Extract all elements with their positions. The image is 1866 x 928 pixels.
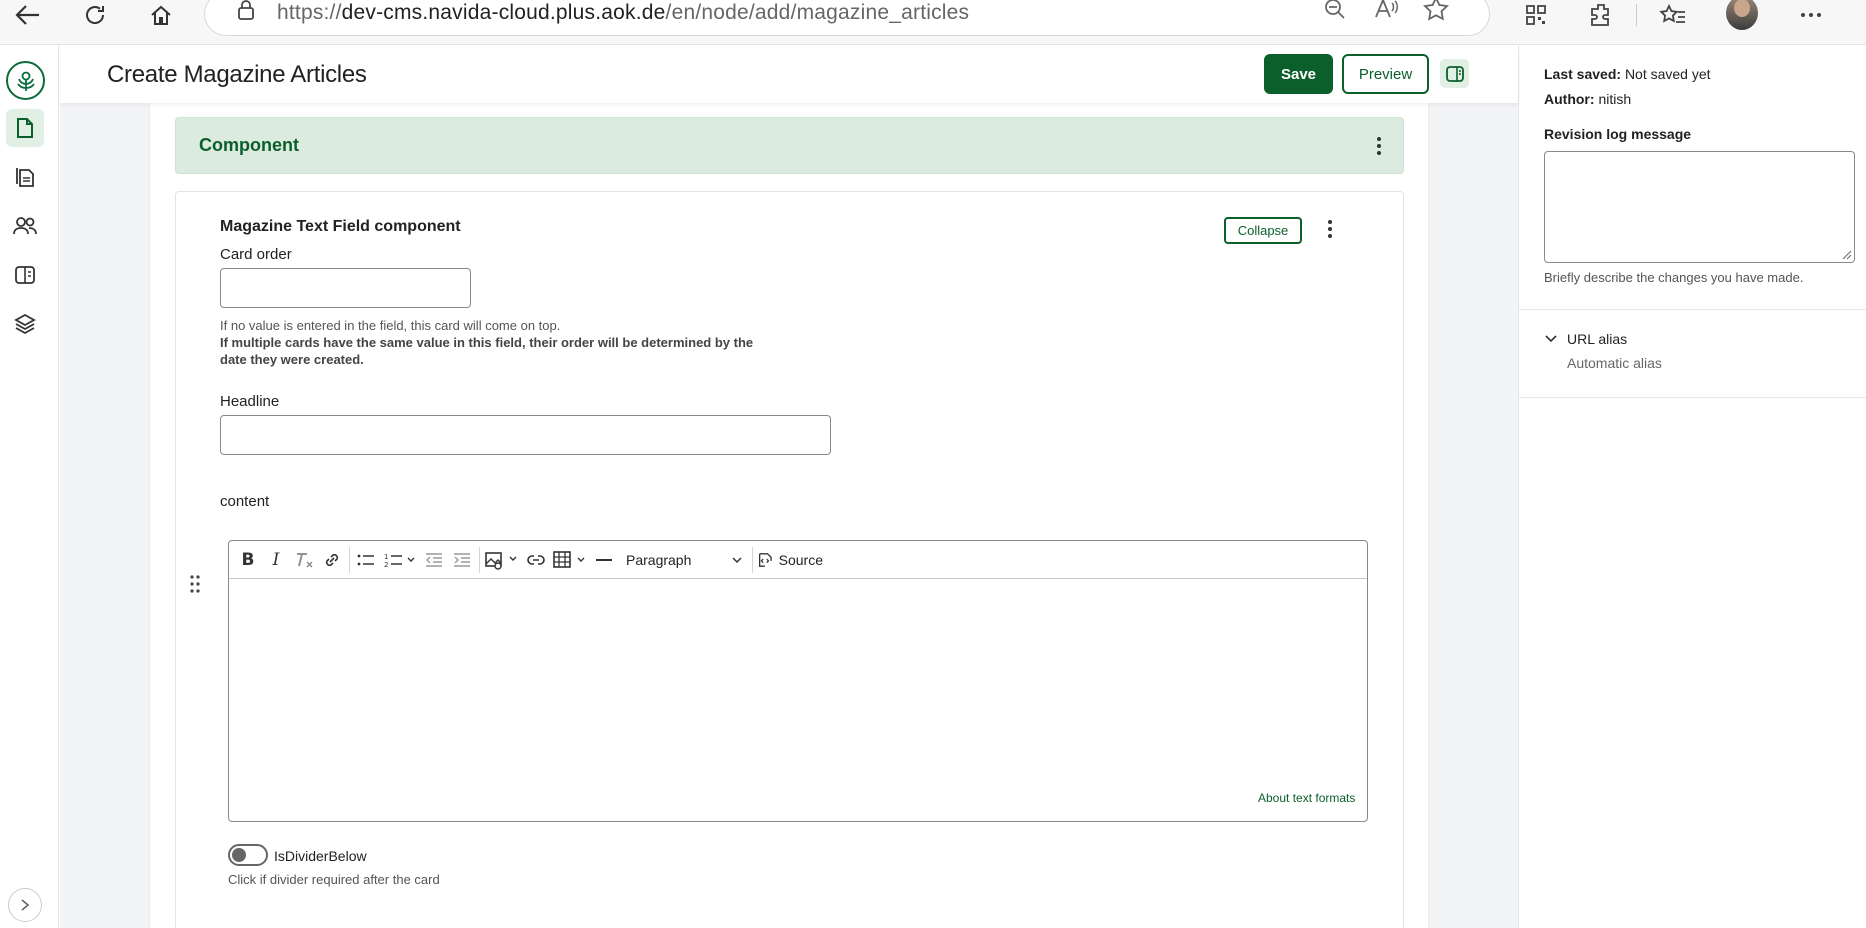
card-menu-icon[interactable] xyxy=(1320,217,1340,241)
refresh-icon[interactable] xyxy=(75,0,115,29)
divider-help: Click if divider required after the card xyxy=(228,872,440,887)
insert-image-icon[interactable] xyxy=(483,547,521,573)
author: Author: nitish xyxy=(1544,91,1631,107)
card-title: Magazine Text Field component xyxy=(220,218,461,235)
extensions-icon[interactable] xyxy=(1581,0,1621,29)
card-order-help-bold: If multiple cards have the same value in… xyxy=(220,335,754,367)
read-aloud-icon[interactable] xyxy=(1373,0,1399,26)
page-header: Create Magazine Articles Save Preview xyxy=(60,45,1518,103)
numbered-list-icon[interactable]: 12 xyxy=(381,547,419,573)
people-icon[interactable] xyxy=(6,207,44,245)
source-button[interactable]: Source xyxy=(757,547,823,573)
chevron-down-icon xyxy=(1545,335,1557,343)
card-order-help-text: If no value is entered in the field, thi… xyxy=(220,318,561,333)
sidebar-divider xyxy=(1519,397,1866,398)
resize-handle-icon[interactable] xyxy=(1842,250,1852,260)
preview-button[interactable]: Preview xyxy=(1342,54,1429,94)
component-section-title: Component xyxy=(199,135,299,155)
paragraph-card: Magazine Text Field component Collapse C… xyxy=(175,191,1404,928)
bold-icon[interactable]: B xyxy=(235,547,261,573)
author-value: nitish xyxy=(1598,91,1632,107)
last-saved-label: Last saved: xyxy=(1544,66,1622,82)
page-title: Create Magazine Articles xyxy=(107,61,367,88)
save-button[interactable]: Save xyxy=(1264,54,1333,94)
about-text-formats-link[interactable]: About text formats xyxy=(1258,791,1355,805)
chevron-right-icon xyxy=(21,899,30,911)
card-order-help: If no value is entered in the field, thi… xyxy=(220,317,780,368)
outdent-icon[interactable] xyxy=(421,547,447,573)
embed-link-icon[interactable] xyxy=(523,547,549,573)
heading-format-select[interactable]: Paragraph xyxy=(626,547,748,573)
card-order-label: Card order xyxy=(220,246,292,263)
toolbar-separator xyxy=(752,547,753,573)
profile-avatar[interactable] xyxy=(1726,0,1758,30)
svg-text:2: 2 xyxy=(384,561,388,568)
indent-icon[interactable] xyxy=(449,547,475,573)
revision-log-help: Briefly describe the changes you have ma… xyxy=(1544,270,1804,285)
divider-toggle[interactable] xyxy=(228,844,268,866)
last-saved: Last saved: Not saved yet xyxy=(1544,66,1711,82)
component-menu-icon[interactable] xyxy=(1369,134,1389,158)
favorites-icon[interactable] xyxy=(1653,0,1693,29)
sidebar-divider xyxy=(1519,309,1866,310)
italic-icon[interactable]: I xyxy=(263,547,289,573)
main-content: Component Magazine Text Field component … xyxy=(60,103,1518,928)
expand-toolbar-button[interactable] xyxy=(8,888,42,922)
meta-sidebar: Last saved: Not saved yet Author: nitish… xyxy=(1518,45,1866,928)
last-saved-value: Not saved yet xyxy=(1624,66,1711,82)
url-alias-summary: Automatic alias xyxy=(1567,355,1662,371)
revision-log-textarea[interactable] xyxy=(1544,151,1855,263)
content-icon[interactable] xyxy=(6,109,44,147)
horizontal-line-icon[interactable] xyxy=(591,547,617,573)
layers-icon[interactable] xyxy=(6,305,44,343)
toolbar-separator xyxy=(479,547,480,573)
divider-label: IsDividerBelow xyxy=(274,848,367,864)
drag-handle-icon[interactable] xyxy=(187,572,203,596)
editor-toolbar: B I 12 Paragraph Source xyxy=(229,541,1367,579)
back-icon[interactable] xyxy=(8,0,48,29)
headline-label: Headline xyxy=(220,393,280,410)
home-icon[interactable] xyxy=(141,0,181,29)
admin-toolbar xyxy=(0,45,59,928)
editor-content-area[interactable] xyxy=(229,579,1367,821)
structure-icon[interactable] xyxy=(6,256,44,294)
headline-input[interactable] xyxy=(220,415,831,455)
url-alias-label: URL alias xyxy=(1567,331,1628,347)
card-order-input[interactable] xyxy=(220,268,471,308)
bulleted-list-icon[interactable] xyxy=(353,547,379,573)
toolbar-separator xyxy=(349,547,350,573)
files-icon[interactable] xyxy=(6,158,44,196)
url-text[interactable]: https://dev-cms.navida-cloud.plus.aok.de… xyxy=(277,1,969,25)
heading-format-value: Paragraph xyxy=(626,552,692,568)
source-code-icon xyxy=(758,553,772,567)
component-section-bar[interactable]: Component xyxy=(175,117,1404,174)
browser-toolbar: https://dev-cms.navida-cloud.plus.aok.de… xyxy=(0,0,1866,45)
revision-log-label: Revision log message xyxy=(1544,126,1692,142)
aok-logo-icon[interactable] xyxy=(6,61,45,100)
url-alias-toggle[interactable]: URL alias xyxy=(1544,331,1627,347)
rich-text-editor: B I 12 Paragraph Source xyxy=(228,540,1368,822)
sidebar-panel-icon xyxy=(1445,65,1464,82)
author-label: Author: xyxy=(1544,91,1595,107)
qr-code-icon[interactable] xyxy=(1516,0,1556,29)
zoom-out-icon[interactable] xyxy=(1323,0,1347,26)
link-icon[interactable] xyxy=(319,547,345,573)
collapse-button[interactable]: Collapse xyxy=(1224,217,1302,244)
content-label: content xyxy=(220,493,270,510)
sidebar-toggle-button[interactable] xyxy=(1440,59,1469,88)
toolbar-divider xyxy=(1636,4,1637,26)
chevron-down-icon xyxy=(732,557,742,564)
favorite-star-icon[interactable] xyxy=(1423,0,1449,27)
more-menu-icon[interactable] xyxy=(1791,0,1831,29)
svg-text:1: 1 xyxy=(384,553,388,561)
insert-table-icon[interactable] xyxy=(551,547,589,573)
form-panel: Component Magazine Text Field component … xyxy=(149,103,1429,928)
address-bar[interactable]: https://dev-cms.navida-cloud.plus.aok.de… xyxy=(204,0,1490,36)
source-label: Source xyxy=(778,552,823,568)
remove-format-icon[interactable] xyxy=(291,547,317,573)
lock-icon[interactable] xyxy=(237,0,255,26)
